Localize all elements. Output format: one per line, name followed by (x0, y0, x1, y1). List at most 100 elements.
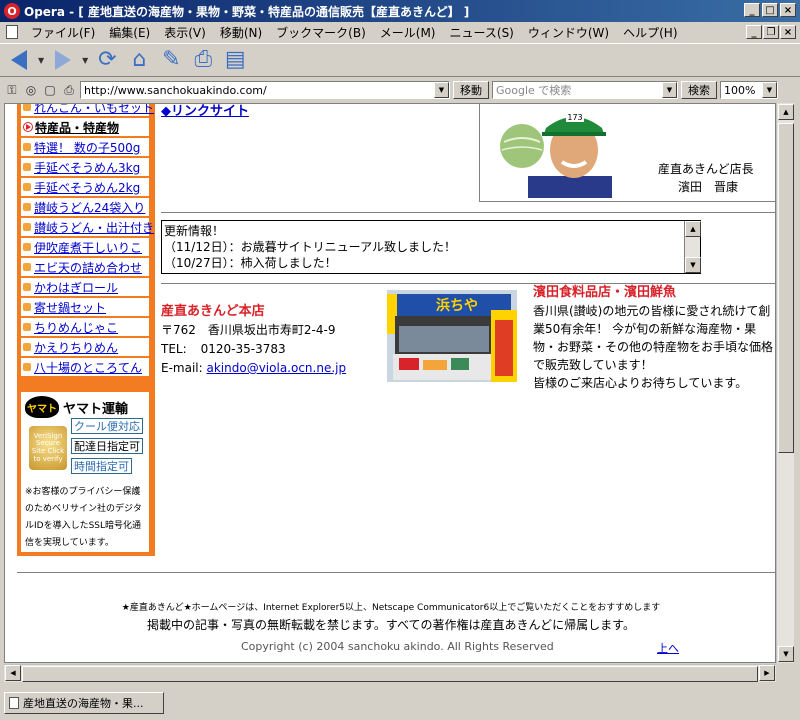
save-button[interactable]: ▤ (222, 47, 248, 73)
copyright: Copyright (c) 2004 sanchoku akindo. All … (241, 640, 554, 653)
verisign-seal-icon[interactable]: VeriSign Secure Site Click to verify (29, 426, 67, 470)
home-button[interactable]: ⌂ (126, 47, 152, 73)
bookmark-icon: ✎ (162, 47, 181, 72)
search-button[interactable]: 検索 (681, 81, 717, 99)
store-info: 産直あきんど本店 〒762 香川県坂出市寿町2-4-9 TEL: 0120-35-… (161, 302, 346, 378)
vertical-scrollbar[interactable]: ▲ ▼ (776, 103, 794, 663)
browser-recommendation: ★産直あきんど★ホームページは、Internet Explorer5以上、Net… (121, 603, 661, 613)
hamada-description: 香川県(讃岐)の地元の皆様に愛され続けて創業50有余年！ 今が旬の新鮮な海産物・… (533, 304, 774, 372)
link-site-link[interactable]: ◆リンクサイト (161, 104, 249, 119)
store-email: E-mail: akindo@viola.ocn.ne.jp (161, 359, 346, 378)
menu-window[interactable]: ウィンドウ(W) (521, 24, 616, 41)
search-dropdown-icon[interactable]: ▼ (662, 82, 677, 98)
page-tab[interactable]: 産地直送の海産物・果... (4, 692, 164, 714)
scroll-up-icon[interactable]: ▲ (778, 104, 794, 120)
email-link[interactable]: akindo@viola.ocn.ne.jp (207, 361, 347, 375)
scroll-left-icon[interactable]: ◀ (5, 665, 21, 681)
news-box: 更新情報！ （11/12日）：お歳暮サイトリニューアル致しました！ （10/27… (161, 220, 701, 274)
sidebar-item-label: 讃岐うどん・出汁付き (34, 220, 155, 235)
sidebar-item-label: 讃岐うどん24袋入り (34, 200, 146, 215)
menu-mail[interactable]: メール(M) (373, 24, 443, 41)
bullet-icon (23, 163, 31, 171)
sidebar-item-label: 手延べそうめん3kg (34, 160, 141, 175)
sidebar-item[interactable]: 手延べそうめん3kg (21, 158, 149, 178)
mdi-close-button[interactable]: × (780, 25, 796, 39)
hotlist-button[interactable]: ✎ (158, 47, 184, 73)
print-icon: ⎙ (194, 47, 213, 72)
maximize-button[interactable]: □ (762, 3, 778, 17)
store-name: 産直あきんど本店 (161, 304, 265, 319)
sidebar-item[interactable]: かえりちりめん (21, 338, 149, 358)
sidebar-item[interactable]: ちりめんじゃこ (21, 318, 149, 338)
sidebar-category-heading[interactable]: 特産品・特産物 (21, 118, 149, 138)
sidebar-item[interactable]: 讃岐うどん24袋入り (21, 198, 149, 218)
back-dropdown-icon[interactable]: ▼ (38, 56, 44, 65)
search-input[interactable]: Google で検索 ▼ (492, 81, 678, 99)
bullet-icon (23, 283, 31, 291)
black-cat-icon: ヤマト (25, 396, 59, 418)
menu-navigate[interactable]: 移動(N) (213, 24, 269, 41)
save-icon: ▤ (224, 47, 246, 72)
scroll-right-icon[interactable]: ▶ (759, 665, 775, 681)
news-scroll-up-icon[interactable]: ▲ (685, 221, 701, 237)
scroll-down-icon[interactable]: ▼ (778, 646, 794, 662)
menu-edit[interactable]: 編集(E) (102, 24, 157, 41)
sidebar-item-label: れんこん・いもセット (34, 103, 155, 115)
print-preview-icon[interactable]: ⎙ (61, 82, 77, 98)
news-scrollbar[interactable]: ▲ ▼ (684, 221, 701, 273)
sidebar-item[interactable]: 手延べそうめん2kg (21, 178, 149, 198)
home-icon: ⌂ (132, 47, 147, 72)
document-icon[interactable] (6, 25, 18, 39)
sidebar-item[interactable]: 讃岐うどん・出汁付き (21, 218, 154, 238)
url-text: http://www.sanchokuakindo.com/ (84, 83, 267, 97)
back-to-top-link[interactable]: 上へ (657, 640, 679, 656)
forward-button[interactable] (50, 47, 76, 73)
images-icon[interactable]: ◎ (23, 82, 39, 98)
url-dropdown-icon[interactable]: ▼ (434, 82, 449, 98)
menu-view[interactable]: 表示(V) (157, 24, 213, 41)
sidebar-item-label: かわはぎロール (34, 280, 119, 295)
mdi-minimize-button[interactable]: _ (746, 25, 762, 39)
zoom-dropdown-icon[interactable]: ▼ (762, 82, 777, 98)
minimize-button[interactable]: _ (744, 3, 760, 17)
shop-sign-text: 浜ちや (436, 297, 478, 314)
window-title: Opera - [ 産地直送の海産物・果物・野菜・特産品の通信販売【産直あきんど… (24, 4, 470, 19)
manager-panel: 173 産直あきんど店長 濱田 晋康 (479, 104, 775, 202)
page-tab-icon (9, 697, 19, 709)
sidebar-item[interactable]: かわはぎロール (21, 278, 149, 298)
time-specify-badge: 時間指定可 (71, 458, 132, 474)
vertical-scroll-thumb[interactable] (778, 123, 794, 453)
cap-number: 173 (567, 113, 582, 122)
menu-file[interactable]: ファイル(F) (24, 24, 102, 41)
back-button[interactable] (6, 47, 32, 73)
zoom-value: 100% (724, 83, 756, 97)
horizontal-scrollbar[interactable]: ◀ ▶ (4, 664, 776, 682)
sidebar-item[interactable]: 特選！ 数の子500g (21, 138, 149, 158)
sidebar-item[interactable]: れんこん・いもセット (21, 104, 154, 118)
page-icon[interactable]: ▢ (42, 82, 58, 98)
yamato-logo: ヤマト ヤマト運輸 (25, 396, 145, 418)
sidebar-item[interactable]: エビ天の詰め合わせ (21, 258, 149, 278)
news-item: （11/12日）：お歳暮サイトリニューアル致しました！ (164, 240, 456, 254)
sidebar-item[interactable]: 八十場のところてん (21, 358, 149, 378)
sidebar-menu: れんこん・いもセット特産品・特産物特選！ 数の子500g 手延べそうめん3kg 手延… (21, 104, 154, 378)
reload-button[interactable]: ⟳ (94, 47, 120, 73)
menu-help[interactable]: ヘルプ(H) (616, 24, 684, 41)
url-input[interactable]: http://www.sanchokuakindo.com/ ▼ (80, 81, 450, 99)
menu-bookmarks[interactable]: ブックマーク(B) (269, 24, 373, 41)
go-button[interactable]: 移動 (453, 81, 489, 99)
sidebar-item-label: 特選！ 数の子500g (34, 140, 141, 155)
close-button[interactable]: × (780, 3, 796, 17)
zoom-select[interactable]: 100% ▼ (720, 81, 778, 99)
status-bar: 産地直送の海産物・果... (0, 688, 800, 720)
sidebar-item[interactable]: 寄せ鍋セット (21, 298, 149, 318)
sidebar-item[interactable]: 伊吹産煮干しいりこ (21, 238, 149, 258)
menu-news[interactable]: ニュース(S) (442, 24, 520, 41)
news-scroll-down-icon[interactable]: ▼ (685, 257, 701, 273)
print-button[interactable]: ⎙ (190, 47, 216, 73)
forward-arrow-icon (55, 50, 72, 70)
horizontal-scroll-thumb[interactable] (22, 666, 758, 682)
security-icon[interactable]: ⚿ (4, 82, 20, 98)
mdi-restore-button[interactable]: ❐ (763, 25, 779, 39)
forward-dropdown-icon[interactable]: ▼ (82, 56, 88, 65)
